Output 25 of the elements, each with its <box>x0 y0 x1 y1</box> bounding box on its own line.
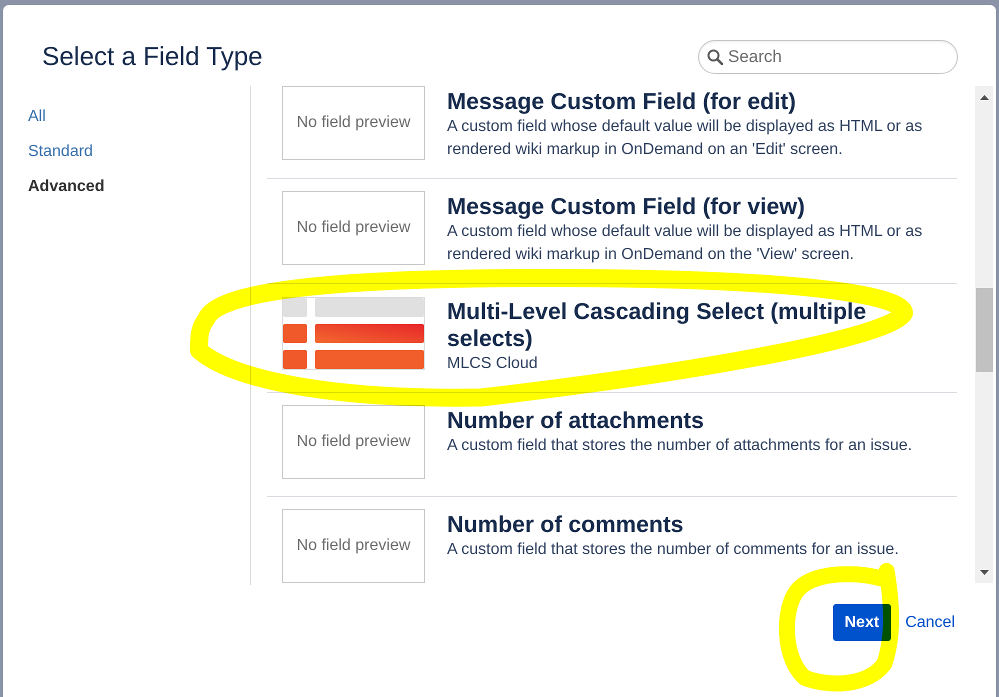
no-preview-label: No field preview <box>296 536 410 556</box>
search-icon <box>707 48 723 64</box>
field-title: Message Custom Field (for view) <box>447 193 806 220</box>
scroll-down-icon[interactable] <box>980 570 988 575</box>
field-title: Number of attachments <box>447 407 705 434</box>
field-title: Multi-Level Cascading Select (multiple selects) <box>447 298 868 352</box>
field-description: MLCS Cloud <box>447 354 539 374</box>
field-title: Message Custom Field (for edit) <box>447 88 797 115</box>
field-description: A custom field whose default value will be displayed as HTML or as rendered wiki markup in OnDemand on an 'Edit' screen. <box>447 117 924 160</box>
field-description: A custom field whose default value will be displayed as HTML or as rendered wiki markup in OnDemand on the 'View' screen. <box>447 222 924 265</box>
no-preview-label: No field preview <box>296 218 410 238</box>
dialog-title: Select a Field Type <box>42 41 263 72</box>
cancel-link[interactable]: Cancel <box>905 614 955 632</box>
no-preview-label: No field preview <box>296 432 410 452</box>
scrollbar-thumb[interactable] <box>976 288 992 372</box>
scroll-up-icon[interactable] <box>980 95 988 100</box>
field-description: A custom field that stores the number of attachments for an issue. <box>447 436 914 456</box>
sidebar-item[interactable]: All <box>28 99 46 134</box>
sidebar-item[interactable]: Advanced <box>28 169 104 204</box>
field-description: A custom field that stores the number of comments for an issue. <box>447 540 900 560</box>
search-field[interactable]: Search <box>698 40 958 74</box>
scrollbar-track[interactable] <box>975 86 993 583</box>
sidebar-item[interactable]: Standard <box>28 134 93 169</box>
field-title: Number of comments <box>447 511 684 538</box>
no-preview-label: No field preview <box>296 113 410 133</box>
